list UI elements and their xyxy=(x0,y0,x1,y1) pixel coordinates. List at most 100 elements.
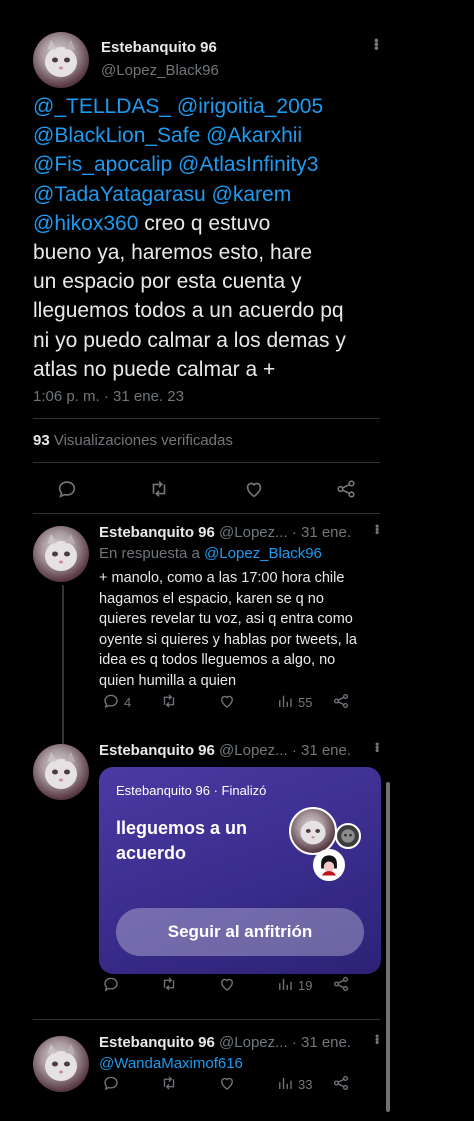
tweet-text-segment: lleguemos todos a un acuerdo pq xyxy=(33,299,344,323)
reply-author-name[interactable]: Estebanquito 96 xyxy=(99,742,215,759)
reply-to-link[interactable]: @Lopez_Black96 xyxy=(204,545,322,562)
share-icon xyxy=(332,692,350,713)
author-avatar[interactable] xyxy=(33,32,89,88)
more-options-icon[interactable]: ••• xyxy=(368,742,386,752)
reply-text-line: quien humilla a quien xyxy=(99,672,237,689)
share-icon xyxy=(332,1074,350,1095)
mention-link[interactable]: @TadaYatagarasu @karem xyxy=(33,183,291,206)
reply-count: 4 xyxy=(124,694,132,710)
reply-author-handle[interactable]: @Lopez... xyxy=(219,742,288,759)
tweet-text-segment: ni yo puedo calmar a los demas y xyxy=(33,328,346,352)
listener-avatar xyxy=(313,849,345,881)
tweet-text: @_TELLDAS_ @irigoitia_2005 @BlackLion_Saf… xyxy=(33,92,378,384)
share-icon xyxy=(332,975,350,996)
reply-avatar[interactable] xyxy=(33,526,89,582)
more-options-icon[interactable]: ••• xyxy=(368,1034,386,1044)
views-icon xyxy=(276,1074,294,1095)
like-button[interactable] xyxy=(218,692,236,713)
more-options-icon[interactable]: ••• xyxy=(368,38,386,50)
thread-line xyxy=(62,585,64,745)
share-button[interactable] xyxy=(332,975,350,996)
reply-header: Estebanquito 96 @Lopez... · 31 ene. xyxy=(99,1034,351,1051)
reply-context: En respuesta a @Lopez_Black96 xyxy=(99,545,322,562)
tweet-text-line: @TadaYatagarasu @karem xyxy=(33,180,378,209)
views-count: 93 xyxy=(33,432,50,449)
reply-author-handle[interactable]: @Lopez... xyxy=(219,1034,288,1051)
retweet-icon xyxy=(160,975,178,996)
tweet-text-line: atlas no puede calmar a + xyxy=(33,355,378,384)
author-name[interactable]: Estebanquito 96 xyxy=(101,39,217,56)
views-button[interactable]: 33 xyxy=(276,1074,312,1095)
space-header: Estebanquito 96 · Finalizó xyxy=(116,783,267,798)
tweet-text-segment: bueno ya, haremos esto, hare xyxy=(33,241,313,265)
reply-author-handle[interactable]: @Lopez... xyxy=(219,524,288,541)
reply-header: Estebanquito 96 @Lopez... · 31 ene. xyxy=(99,742,351,759)
divider xyxy=(33,1019,380,1020)
views-row[interactable]: 93 Visualizaciones verificadas xyxy=(33,432,233,449)
reply-date[interactable]: · 31 ene. xyxy=(292,1034,351,1051)
reply-text-line: + manolo, como a las 17:00 hora chile xyxy=(99,570,345,586)
like-icon xyxy=(218,692,236,713)
reply-author-name[interactable]: Estebanquito 96 xyxy=(99,1034,215,1051)
like-button[interactable] xyxy=(218,975,236,996)
views-label: Visualizaciones verificadas xyxy=(53,432,233,449)
like-button[interactable] xyxy=(218,1074,236,1095)
space-card[interactable]: Estebanquito 96 · Finalizó lleguemos a u… xyxy=(99,767,381,974)
tweet-text-line: lleguemos todos a un acuerdo pq xyxy=(33,296,378,325)
share-button[interactable] xyxy=(332,692,350,713)
mention-link[interactable]: @WandaMaximof616 xyxy=(99,1055,243,1072)
views-count: 19 xyxy=(298,977,313,993)
tweet-text-segment: un espacio por esta cuenta y xyxy=(33,270,302,294)
author-handle[interactable]: @Lopez_Black96 xyxy=(101,62,219,79)
mention-link[interactable]: @hikox360 xyxy=(33,212,138,235)
views-button[interactable]: 55 xyxy=(276,692,312,713)
reply-icon[interactable] xyxy=(56,478,78,500)
reply-button[interactable] xyxy=(102,1074,120,1095)
tweet-timestamp[interactable]: 1:06 p. m. · 31 ene. 23 xyxy=(33,388,184,405)
views-button[interactable]: 19 xyxy=(276,975,312,996)
share-icon[interactable] xyxy=(335,478,357,500)
mention-link[interactable]: @BlackLion_Safe @Akarxhii xyxy=(33,124,302,147)
mention-link[interactable]: @_TELLDAS_ @irigoitia_2005 xyxy=(33,95,323,118)
follow-host-button[interactable]: Seguir al anfitrión xyxy=(116,908,364,956)
reply-date[interactable]: · 31 ene. xyxy=(292,524,351,541)
reply-text: + manolo, como a las 17:00 hora chile hag… xyxy=(99,568,389,692)
space-title-line: lleguemos a un xyxy=(116,818,248,838)
divider xyxy=(33,418,380,419)
scrollbar[interactable] xyxy=(386,782,390,1112)
tweet-text-line: @BlackLion_Safe @Akarxhii xyxy=(33,121,378,150)
reply-button[interactable]: 4 xyxy=(102,692,131,713)
divider xyxy=(33,462,380,463)
reply-icon xyxy=(102,975,120,996)
views-count: 33 xyxy=(298,1076,313,1092)
mention-link[interactable]: @Fis_apocalip @AtlasInfinity3 xyxy=(33,153,318,176)
reply-header: Estebanquito 96 @Lopez... · 31 ene. xyxy=(99,524,351,541)
space-title-line: acuerdo xyxy=(116,843,187,863)
reply-date[interactable]: · 31 ene. xyxy=(292,742,351,759)
retweet-button[interactable] xyxy=(160,1074,178,1095)
reply-icon xyxy=(102,692,120,713)
tweet-text-line: un espacio por esta cuenta y xyxy=(33,267,378,296)
more-options-icon[interactable]: ••• xyxy=(368,524,386,534)
views-icon xyxy=(276,692,294,713)
reply-prefix: En respuesta a xyxy=(99,545,205,562)
like-icon[interactable] xyxy=(243,478,265,500)
tweet-text-line: ni yo puedo calmar a los demas y xyxy=(33,326,378,355)
share-button[interactable] xyxy=(332,1074,350,1095)
retweet-button[interactable] xyxy=(160,692,178,713)
host-avatar xyxy=(289,807,337,855)
reply-icon xyxy=(102,1074,120,1095)
reply-avatar[interactable] xyxy=(33,744,89,800)
retweet-icon xyxy=(160,1074,178,1095)
retweet-icon[interactable] xyxy=(148,478,170,500)
reply-text-line: hagamos el espacio, karen se q no xyxy=(99,590,324,607)
reply-text-line: oyente si quieres y hablas por tweets, l… xyxy=(99,631,357,648)
space-title: lleguemos a un acuerdo xyxy=(116,816,247,866)
retweet-button[interactable] xyxy=(160,975,178,996)
reply-author-name[interactable]: Estebanquito 96 xyxy=(99,524,215,541)
tweet-text-line: @Fis_apocalip @AtlasInfinity3 xyxy=(33,150,378,179)
reply-avatar[interactable] xyxy=(33,1036,89,1092)
reply-text-line: quieres revelar tu voz, asi q entra como xyxy=(99,611,353,628)
views-count: 55 xyxy=(298,694,313,710)
reply-button[interactable] xyxy=(102,975,120,996)
